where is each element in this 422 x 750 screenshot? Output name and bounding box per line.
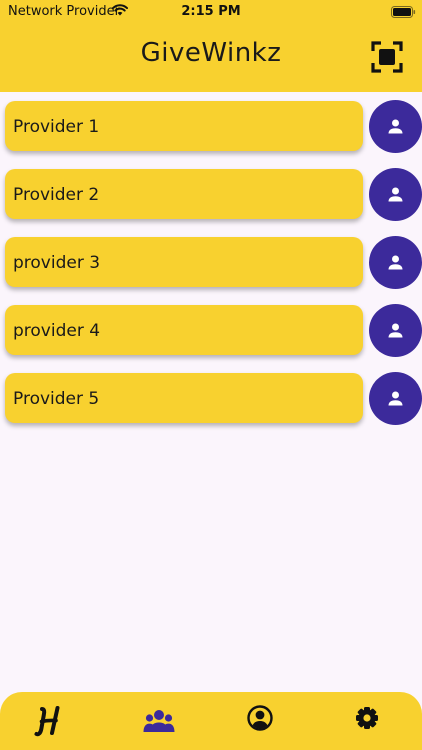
- provider-profile-button[interactable]: [369, 372, 422, 425]
- person-icon: [388, 187, 403, 202]
- provider-card[interactable]: Provider 1: [5, 101, 363, 151]
- person-icon: [388, 119, 403, 134]
- provider-name: Provider 5: [13, 389, 100, 409]
- provider-profile-button[interactable]: [369, 100, 422, 153]
- provider-profile-button[interactable]: [369, 168, 422, 221]
- scan-button[interactable]: [371, 41, 403, 73]
- provider-row: provider 3: [0, 236, 422, 291]
- status-bar: Network Provider 2:15 PM: [0, 0, 422, 22]
- provider-card[interactable]: provider 4: [5, 305, 363, 355]
- provider-row: provider 4: [0, 304, 422, 359]
- provider-profile-button[interactable]: [369, 236, 422, 289]
- person-icon: [388, 391, 403, 406]
- battery-icon: [391, 6, 416, 18]
- provider-name: Provider 1: [13, 117, 100, 137]
- tab-settings[interactable]: [350, 704, 384, 738]
- app-header: Network Provider 2:15 PM GiveWinkz: [0, 0, 422, 92]
- provider-row: Provider 1: [0, 100, 422, 155]
- provider-card[interactable]: Provider 5: [5, 373, 363, 423]
- provider-row: Provider 5: [0, 372, 422, 427]
- home-h-logo-icon: [34, 706, 60, 737]
- provider-card[interactable]: provider 3: [5, 237, 363, 287]
- provider-profile-button[interactable]: [369, 304, 422, 357]
- tab-home[interactable]: [32, 704, 66, 738]
- status-time: 2:15 PM: [181, 4, 241, 19]
- account-circle-icon: [247, 705, 273, 731]
- bottom-tab-bar: [0, 692, 422, 750]
- provider-name: provider 3: [13, 253, 101, 273]
- provider-name: Provider 2: [13, 185, 100, 205]
- app-title: GiveWinkz: [140, 38, 282, 68]
- scan-frame-icon: [371, 41, 403, 73]
- person-icon: [388, 255, 403, 270]
- tab-profile[interactable]: [243, 704, 277, 738]
- provider-card[interactable]: Provider 2: [5, 169, 363, 219]
- provider-name: provider 4: [13, 321, 101, 341]
- settings-gear-icon: [356, 707, 378, 729]
- group-icon: [143, 710, 175, 732]
- tab-providers[interactable]: [142, 704, 176, 738]
- person-icon: [388, 323, 403, 338]
- provider-row: Provider 2: [0, 168, 422, 223]
